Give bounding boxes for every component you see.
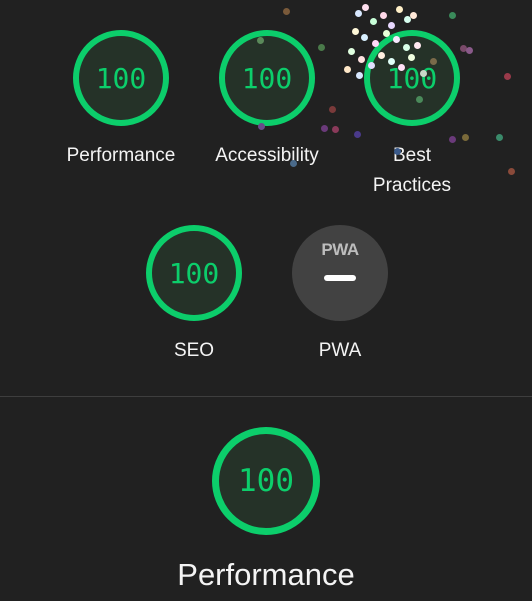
best-practices-gauge[interactable]: 100 — [364, 30, 460, 126]
confetti-dot — [362, 4, 369, 11]
confetti-dot — [352, 28, 359, 35]
performance-section-title: Performance — [177, 557, 355, 592]
confetti-dot — [344, 66, 351, 73]
confetti-dot — [318, 44, 325, 51]
confetti-dot — [355, 10, 362, 17]
pwa-label[interactable]: PWA — [265, 336, 415, 366]
confetti-dot — [404, 16, 411, 23]
confetti-dot — [356, 72, 363, 79]
confetti-dot — [380, 12, 387, 19]
performance-label[interactable]: Performance — [46, 141, 196, 171]
lighthouse-report: 100 Performance 100 Accessibility 100 Be… — [0, 0, 532, 601]
confetti-dot — [354, 131, 361, 138]
seo-gauge[interactable]: 100 — [146, 225, 242, 321]
pwa-logo-icon: PWA — [321, 240, 359, 259]
confetti-dot — [358, 56, 365, 63]
accessibility-gauge[interactable]: 100 — [219, 30, 315, 126]
best-practices-label-line1: Best — [392, 145, 432, 166]
confetti-dot — [460, 45, 467, 52]
pwa-badge[interactable]: PWA — [292, 225, 388, 321]
confetti-dot — [283, 8, 290, 15]
confetti-dot — [396, 6, 403, 13]
best-practices-label-line2: Practices — [372, 175, 452, 196]
confetti-dot — [388, 22, 395, 29]
best-practices-label[interactable]: Best Practices — [337, 141, 487, 201]
accessibility-score: 100 — [241, 61, 293, 95]
pwa-not-applicable-icon — [324, 275, 356, 281]
confetti-dot — [496, 134, 503, 141]
performance-detail-gauge: 100 — [212, 427, 320, 535]
confetti-dot — [370, 18, 377, 25]
confetti-dot — [504, 73, 511, 80]
confetti-dot — [466, 47, 473, 54]
confetti-dot — [348, 48, 355, 55]
best-practices-score: 100 — [386, 61, 438, 95]
performance-score: 100 — [95, 61, 147, 95]
accessibility-label[interactable]: Accessibility — [192, 141, 342, 171]
seo-score: 100 — [168, 256, 220, 290]
section-divider — [0, 396, 532, 397]
confetti-dot — [361, 34, 368, 41]
confetti-dot — [321, 125, 328, 132]
confetti-dot — [462, 134, 469, 141]
confetti-dot — [329, 106, 336, 113]
seo-label[interactable]: SEO — [119, 336, 269, 366]
confetti-dot — [410, 12, 417, 19]
confetti-dot — [332, 126, 339, 133]
confetti-dot — [449, 12, 456, 19]
performance-gauge[interactable]: 100 — [73, 30, 169, 126]
confetti-dot — [508, 168, 515, 175]
performance-detail-score: 100 — [238, 463, 294, 499]
